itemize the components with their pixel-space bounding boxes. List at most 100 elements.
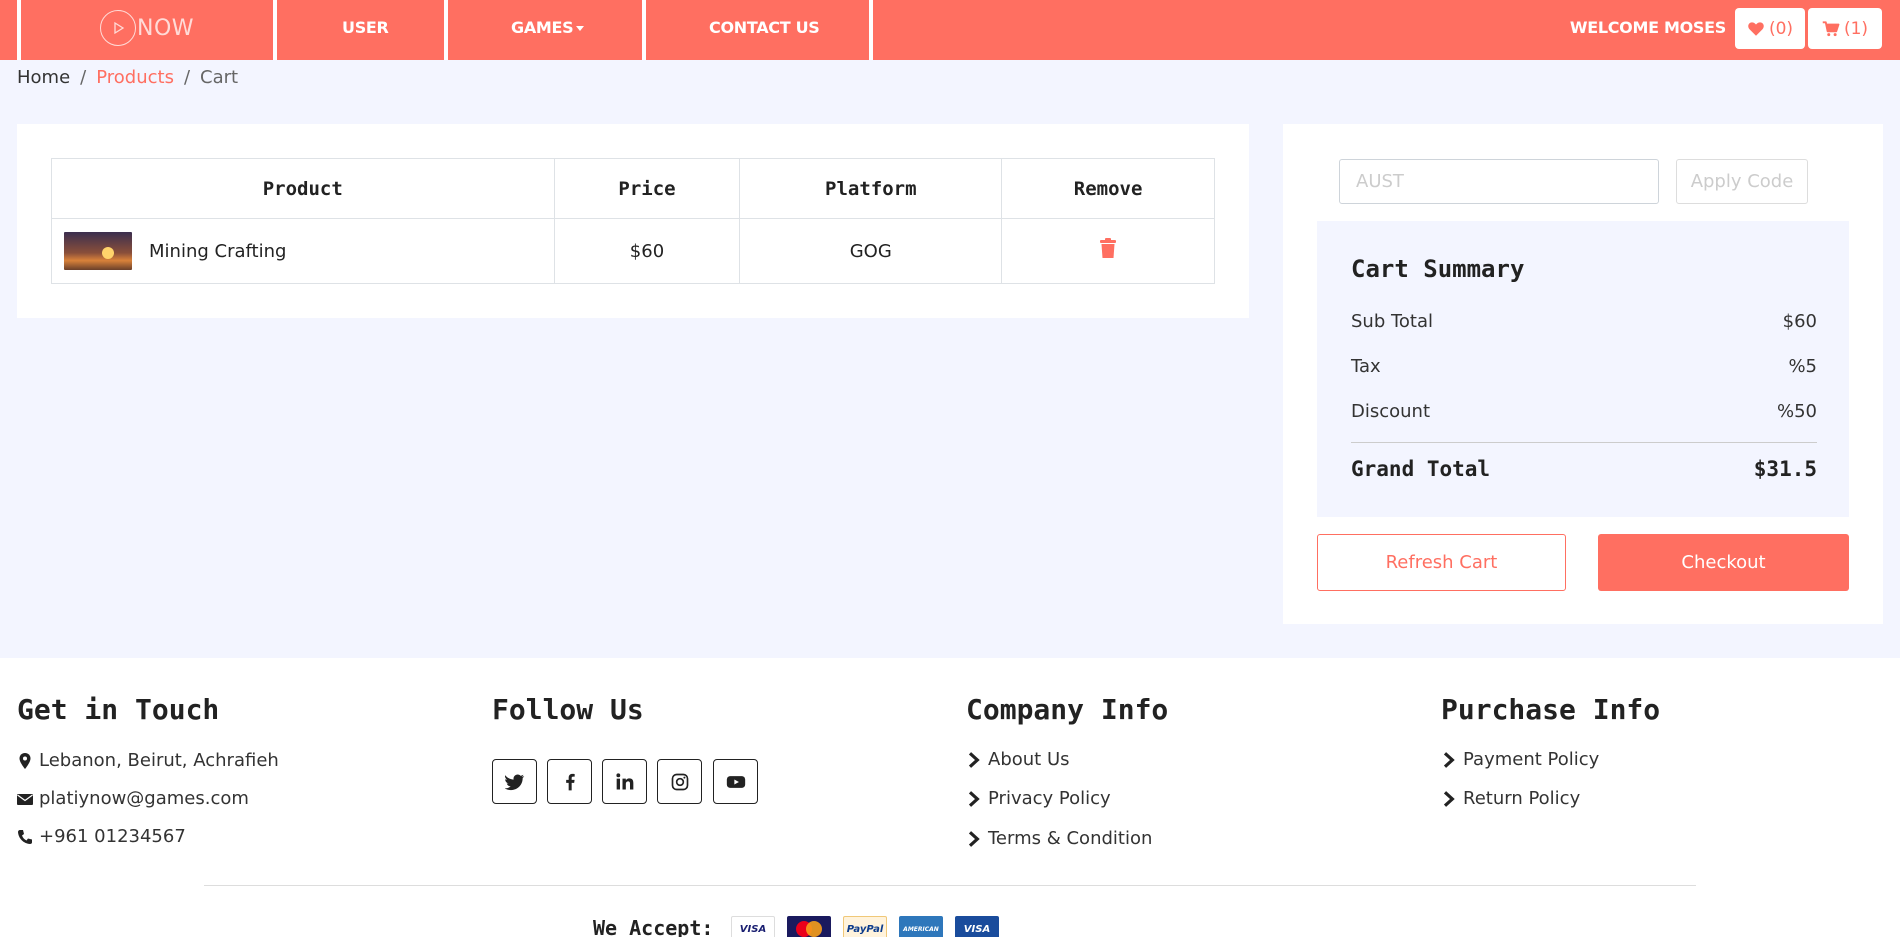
product-name[interactable]: Mining Crafting <box>149 241 286 262</box>
cart-icon <box>1822 20 1840 36</box>
footer-link-payment-policy[interactable]: Payment Policy <box>1441 749 1599 770</box>
sub-total-row: Sub Total $60 <box>1351 311 1817 332</box>
apply-code-button[interactable]: Apply Code <box>1676 159 1808 204</box>
summary-divider <box>1351 442 1817 443</box>
chevron-right-icon <box>1443 790 1455 807</box>
discount-value: %50 <box>1776 401 1817 422</box>
amex-card-icon: AMERICAN <box>899 916 943 937</box>
wishlist-count: (0) <box>1768 18 1794 39</box>
table-header-row: Product Price Platform Remove <box>51 158 1215 219</box>
nav-link-contact[interactable]: CONTACT US <box>709 18 820 37</box>
breadcrumb-separator: / <box>80 67 87 88</box>
we-accept-label: We Accept: <box>593 916 714 937</box>
twitter-icon[interactable] <box>492 759 537 804</box>
chevron-right-icon <box>968 751 980 768</box>
sub-total-label: Sub Total <box>1351 311 1434 332</box>
map-marker-icon <box>19 752 31 769</box>
discount-row: Discount %50 <box>1351 401 1817 422</box>
nav-divider <box>17 0 21 60</box>
cart-table: Product Price Platform Remove Mining Cra… <box>51 158 1215 284</box>
breadcrumb: Home / Products / Cart <box>17 67 238 88</box>
price-cell: $60 <box>553 218 741 284</box>
footer-link-privacy[interactable]: Privacy Policy <box>966 788 1111 809</box>
paypal-card-icon: PayPal <box>843 916 887 937</box>
chevron-right-icon <box>968 830 980 847</box>
grand-total-label: Grand Total <box>1351 457 1491 481</box>
cart-panel: Product Price Platform Remove Mining Cra… <box>17 124 1249 318</box>
nav-divider <box>444 0 448 60</box>
welcome-user: WELCOME MOSES <box>1569 18 1726 37</box>
product-cell: Mining Crafting <box>51 218 555 284</box>
logo[interactable]: NOW <box>100 10 194 46</box>
summary-title: Cart Summary <box>1351 255 1525 283</box>
footer-link-terms[interactable]: Terms & Condition <box>966 828 1152 849</box>
nav-link-games[interactable]: GAMES <box>511 18 585 37</box>
product-thumbnail[interactable] <box>64 232 132 270</box>
column-header-remove: Remove <box>1001 158 1215 219</box>
coupon-input[interactable]: AUST <box>1339 159 1659 204</box>
footer-link-return-policy[interactable]: Return Policy <box>1441 788 1580 809</box>
breadcrumb-products[interactable]: Products <box>96 67 174 88</box>
tax-row: Tax %5 <box>1351 356 1817 377</box>
contact-address: Lebanon, Beirut, Achrafieh <box>17 750 279 771</box>
footer-link-label: Payment Policy <box>1463 749 1600 770</box>
footer-link-label: Terms & Condition <box>988 828 1153 849</box>
caret-down-icon <box>576 26 585 31</box>
nav-link-user[interactable]: USER <box>342 18 389 37</box>
cart-button[interactable]: (1) <box>1808 8 1882 49</box>
nav-link-games-label: GAMES <box>511 18 574 37</box>
logo-text: NOW <box>137 15 195 41</box>
navbar: NOW USER GAMES CONTACT US WELCOME MOSES … <box>0 0 1900 60</box>
breadcrumb-home[interactable]: Home <box>17 67 70 88</box>
contact-email: platiynow@games.com <box>17 788 249 809</box>
chevron-right-icon <box>1443 751 1455 768</box>
phone-icon <box>18 829 32 844</box>
checkout-button[interactable]: Checkout <box>1598 534 1849 591</box>
platform-cell: GOG <box>739 218 1003 284</box>
remove-cell <box>1001 218 1215 284</box>
visa-card-icon: VISA <box>731 916 775 937</box>
grand-total-row: Grand Total $31.5 <box>1351 457 1817 481</box>
chevron-right-icon <box>968 790 980 807</box>
visa-electron-card-icon: VISA <box>955 916 999 937</box>
column-header-platform: Platform <box>739 158 1003 219</box>
footer-heading-purchase-info: Purchase Info <box>1441 693 1661 726</box>
instagram-icon[interactable] <box>657 759 702 804</box>
sub-total-value: $60 <box>1782 311 1817 332</box>
youtube-icon[interactable] <box>713 759 758 804</box>
nav-divider <box>869 0 873 60</box>
grand-total-value: $31.5 <box>1753 457 1817 481</box>
linkedin-icon[interactable] <box>602 759 647 804</box>
footer: Get in Touch Lebanon, Beirut, Achrafieh … <box>0 658 1900 937</box>
footer-divider <box>204 885 1696 886</box>
column-header-product: Product <box>51 158 555 219</box>
table-row: Mining Crafting $60 GOG <box>51 218 1215 284</box>
envelope-icon <box>17 793 33 805</box>
footer-heading-get-in-touch: Get in Touch <box>17 693 220 726</box>
footer-link-about[interactable]: About Us <box>966 749 1070 770</box>
breadcrumb-current: Cart <box>200 67 239 88</box>
footer-heading-company-info: Company Info <box>966 693 1169 726</box>
footer-link-label: About Us <box>988 749 1070 770</box>
footer-heading-follow-us: Follow Us <box>492 693 644 726</box>
tax-value: %5 <box>1788 356 1817 377</box>
discount-label: Discount <box>1351 401 1431 422</box>
phone-text[interactable]: +961 01234567 <box>39 826 186 847</box>
cart-summary: Cart Summary Sub Total $60 Tax %5 Discou… <box>1317 221 1849 517</box>
facebook-icon[interactable] <box>547 759 592 804</box>
breadcrumb-separator: / <box>183 67 191 88</box>
nav-divider <box>642 0 646 60</box>
wishlist-button[interactable]: (0) <box>1735 8 1805 49</box>
footer-link-label: Return Policy <box>1463 788 1581 809</box>
trash-icon[interactable] <box>1099 238 1117 264</box>
refresh-cart-button[interactable]: Refresh Cart <box>1317 534 1566 591</box>
cart-count: (1) <box>1843 18 1869 39</box>
contact-phone: +961 01234567 <box>17 826 186 847</box>
address-text: Lebanon, Beirut, Achrafieh <box>39 750 279 771</box>
tax-label: Tax <box>1351 356 1381 377</box>
play-icon <box>100 10 136 46</box>
heart-icon <box>1748 21 1764 36</box>
mastercard-icon <box>787 916 831 937</box>
email-text[interactable]: platiynow@games.com <box>39 788 249 809</box>
column-header-price: Price <box>553 158 741 219</box>
